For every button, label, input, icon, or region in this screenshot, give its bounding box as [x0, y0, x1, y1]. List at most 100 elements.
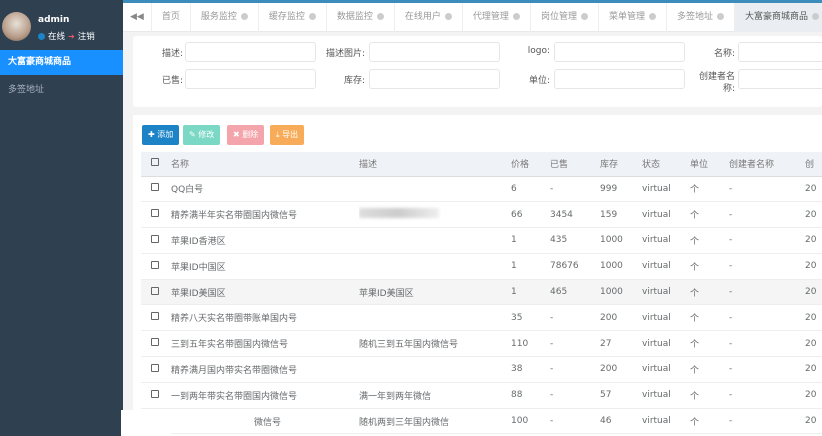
column-header[interactable]: 描述 — [359, 152, 511, 177]
desc-img-input[interactable] — [369, 42, 500, 62]
table-cell: 个 — [690, 330, 729, 358]
column-header[interactable]: 状态 — [642, 152, 690, 177]
table-cell: - — [729, 227, 805, 254]
table-cell: 精养八天实名带圈带账单国内号 — [171, 304, 359, 332]
select-all-checkbox[interactable] — [141, 152, 171, 177]
table-cell — [359, 356, 511, 383]
table-row[interactable]: 三到五年实名带圈国内微信号 随机三到五年国内微信号 110-27 virtual 个 -2… — [141, 330, 822, 358]
table-cell: 苹果ID美国区 — [171, 279, 359, 306]
column-header[interactable]: 创 — [805, 152, 822, 177]
row-checkbox[interactable] — [141, 253, 171, 280]
table-cell: - — [729, 356, 805, 383]
avatar — [2, 12, 31, 41]
logout-link[interactable]: 注销 — [78, 30, 95, 42]
desc-input[interactable] — [185, 42, 316, 62]
tab-close-icon[interactable] — [308, 13, 316, 20]
tab-close-icon[interactable] — [240, 13, 248, 20]
column-header[interactable]: 创建者名称 — [729, 152, 805, 177]
table-cell: - — [550, 356, 600, 383]
table-cell: 20 — [805, 304, 822, 332]
unit-input[interactable] — [554, 69, 685, 89]
table-cell: 57 — [600, 382, 642, 409]
label-unit: 单位: — [528, 76, 550, 86]
table-cell: virtual — [642, 304, 690, 332]
row-checkbox[interactable] — [141, 330, 171, 358]
table-row[interactable]: 一到两年带实名带圈国内微信号 满一年到两年微信 88-57 virtual 个 -20 — [141, 382, 822, 409]
edit-button[interactable]: ✎ 修改 — [183, 125, 221, 145]
table-cell: 66 — [511, 201, 550, 229]
tab-label: 岗位管理 — [540, 12, 577, 22]
tab-5[interactable]: 代理管理 — [463, 3, 531, 32]
column-header[interactable]: 单位 — [690, 152, 729, 177]
tab-0[interactable]: 首页 — [152, 3, 191, 32]
creator-input[interactable] — [738, 69, 822, 89]
logo-input[interactable] — [554, 42, 685, 62]
row-checkbox[interactable] — [141, 227, 171, 254]
table-row[interactable]: QQ白号 6-999 virtual 个 -20 — [141, 176, 822, 203]
tab-7[interactable]: 菜单管理 — [599, 3, 667, 32]
row-checkbox[interactable] — [141, 382, 171, 409]
table-cell: 20 — [805, 176, 822, 203]
table-cell: 20 — [805, 408, 822, 435]
tab-label: 数据监控 — [336, 12, 373, 22]
row-checkbox[interactable] — [141, 279, 171, 306]
stock-input[interactable] — [369, 69, 500, 89]
tab-close-icon[interactable] — [648, 13, 656, 20]
tabs-scroll-left-icon[interactable]: ◀◀ — [123, 3, 152, 32]
table-cell: - — [729, 176, 805, 203]
table-cell: 200 — [600, 304, 642, 332]
export-button[interactable]: ⤓ 导出 — [270, 125, 305, 145]
row-checkbox[interactable] — [141, 176, 171, 203]
tab-close-icon[interactable] — [512, 13, 520, 20]
sold-input[interactable] — [185, 69, 316, 89]
tab-bar: ◀◀ 首页 服务监控 缓存监控 数据监控 在线用户 代理管理 岗位管理 菜单管理 多签地址 大富豪… — [123, 3, 822, 32]
add-button[interactable]: ✚ 添加 — [142, 125, 180, 145]
table-cell: 3454 — [550, 201, 600, 229]
table-row[interactable]: 微信号 随机两到三年国内微信 100-46 virtual 个 -20 — [141, 408, 822, 435]
column-header[interactable]: 名称 — [171, 152, 359, 177]
sidebar-item-products[interactable]: 大富豪商城商品 — [0, 50, 123, 75]
table-cell: 159 — [600, 201, 642, 229]
table-cell: 100 — [511, 408, 550, 435]
column-header[interactable]: 库存 — [600, 152, 642, 177]
tab-close-icon[interactable] — [716, 13, 724, 20]
table-row[interactable]: 苹果ID美国区 苹果ID美国区 1 465 1000 virtual 个 -20 — [141, 279, 822, 306]
tab-9[interactable]: 大富豪商城商品 — [734, 3, 822, 32]
tab-2[interactable]: 缓存监控 — [259, 3, 327, 32]
download-icon: ⤓ — [276, 130, 280, 139]
delete-button[interactable]: ✖ 删除 — [227, 125, 265, 145]
row-checkbox[interactable] — [141, 201, 171, 229]
search-panel: 描述: 描述图片: logo: 名称: 已售: 库存: 单位: 创建者名称: — [133, 36, 822, 107]
tab-close-icon[interactable] — [812, 13, 819, 20]
row-checkbox[interactable] — [141, 356, 171, 383]
edit-label: 修改 — [198, 130, 215, 139]
table-cell: 一到两年带实名带圈国内微信号 — [171, 382, 359, 409]
table-cell: 27 — [600, 330, 642, 358]
tab-close-icon[interactable] — [580, 13, 588, 20]
table-cell: 35 — [511, 304, 550, 332]
table-cell — [359, 253, 511, 280]
column-header[interactable]: 价格 — [511, 152, 550, 177]
table-row[interactable]: 苹果ID中国区 1 78676 1000 virtual 个 -20 — [141, 253, 822, 280]
label-desc: 描述: — [161, 49, 183, 59]
tab-close-icon[interactable] — [376, 13, 384, 20]
table-row[interactable]: 精养满月国内带实名带圈微信号 38-200 virtual 个 -20 — [141, 356, 822, 383]
table-row[interactable]: 苹果ID香港区 1 435 1000 virtual 个 -20 — [141, 227, 822, 254]
table-cell: 个 — [690, 201, 729, 229]
tab-1[interactable]: 服务监控 — [191, 3, 259, 32]
tab-3[interactable]: 数据监控 — [327, 3, 395, 32]
tab-4[interactable]: 在线用户 — [395, 3, 463, 32]
table-row[interactable]: 精养满半年实名带圈国内微信号 66 3454 159 virtual 个 -20 — [141, 201, 822, 229]
tab-6[interactable]: 岗位管理 — [531, 3, 599, 32]
table-row[interactable]: 精养八天实名带圈带账单国内号 35-200 virtual 个 -20 — [141, 304, 822, 332]
logout-icon[interactable]: ➜ — [68, 32, 75, 41]
row-checkbox[interactable] — [141, 304, 171, 332]
name-input[interactable] — [738, 42, 822, 62]
column-header[interactable]: 已售 — [550, 152, 600, 177]
tab-close-icon[interactable] — [444, 13, 452, 20]
add-label: 添加 — [157, 130, 174, 139]
tab-8[interactable]: 多签地址 — [667, 3, 735, 32]
table-cell: - — [729, 330, 805, 358]
label-sold: 已售: — [161, 76, 183, 86]
sidebar-item-multisig[interactable]: 多签地址 — [0, 78, 123, 103]
